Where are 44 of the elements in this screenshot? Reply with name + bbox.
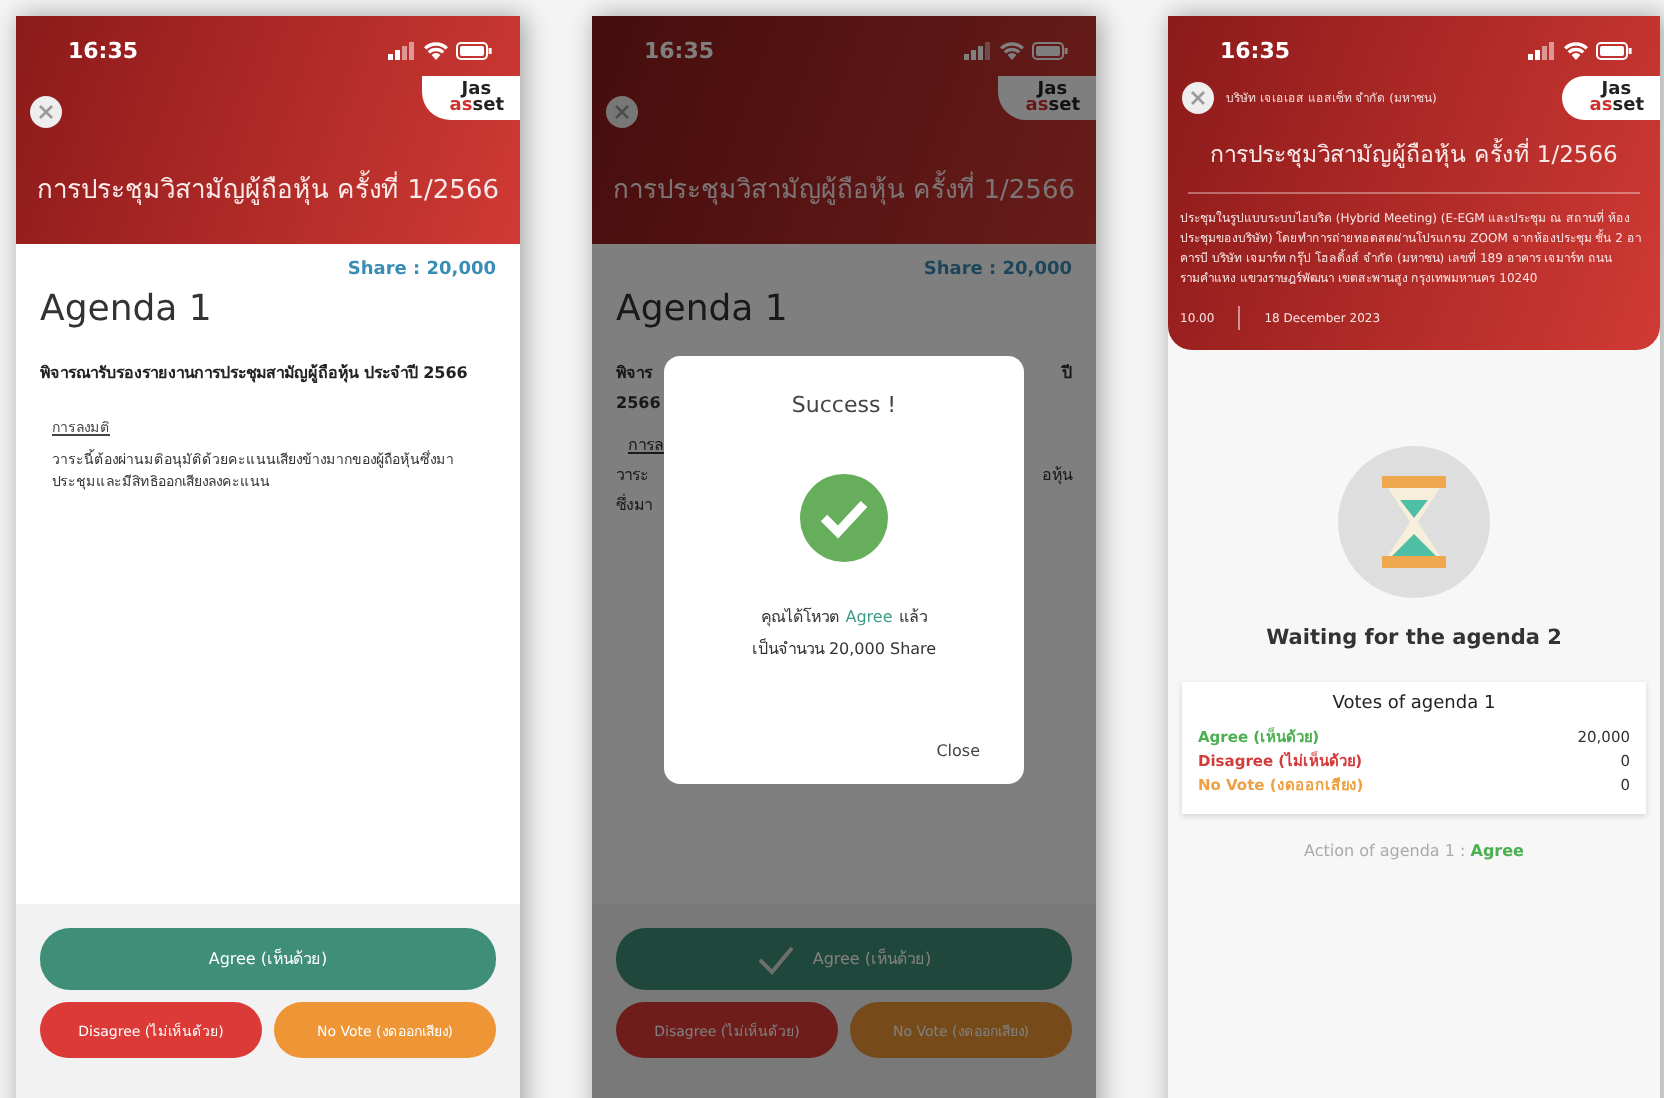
success-message: คุณได้โหวต Agree แล้ว [761,605,927,631]
text-fragment: ปี [1062,362,1072,386]
share-count: Share : 20,000 [345,260,496,280]
agenda-title: Agenda 1 [40,288,214,330]
action-summary: Action of agenda 1 : Agree [1304,842,1524,860]
status-time: 16:35 [644,37,715,63]
battery-icon [456,41,492,59]
company-logo: Jas asset [1561,76,1660,120]
agenda-title: Agenda 1 [616,288,790,330]
votes-title: Votes of agenda 1 [1330,694,1498,714]
text-fragment: 2566 [616,392,661,416]
agree-button[interactable]: Agree (เห็นด้วย) [40,928,496,990]
check-circle-icon [800,474,888,562]
meeting-title: การประชุมวิสามัญผู้ถือหุ้น ครั้งที่ 1/2566 [16,168,520,210]
battery-icon [1032,41,1068,59]
check-icon [756,943,797,975]
agenda-subject: พิจารณารับรองรายงานการประชุมสามัญผู้ถือหุ้น ประจำปี 2566 [40,362,470,387]
battery-icon [1596,41,1632,59]
meeting-title: การประชุมวิสามัญผู้ถือหุ้น ครั้งที่ 1/2566 [1188,136,1640,194]
agree-button[interactable]: Agree (เห็นด้วย) [616,928,1072,990]
share-amount-text: เป็นจำนวน 20,000 Share [751,636,937,662]
close-icon[interactable] [30,96,62,128]
text-fragment: พิจาร [616,362,652,386]
company-logo: Jas asset [421,76,520,120]
status-time: 16:35 [68,37,139,63]
share-count: Share : 20,000 [921,260,1072,280]
signal-icon [1528,41,1556,59]
close-button[interactable]: Close [932,738,984,764]
waiting-message: Waiting for the agenda 2 [1266,626,1562,650]
wifi-icon [1564,41,1588,59]
text-fragment: วาระ [616,464,648,488]
signal-icon [388,41,416,59]
text-fragment: ซึ่งมา [616,492,652,518]
company-logo: Jas asset [997,76,1096,120]
status-time: 16:35 [1220,37,1291,63]
close-icon[interactable] [1182,82,1214,114]
wifi-icon [424,41,448,59]
hourglass-icon [1338,446,1490,598]
meeting-title: การประชุมวิสามัญผู้ถือหุ้น ครั้งที่ 1/2566 [592,168,1096,210]
text-fragment: อหุ้น [1042,464,1072,489]
wifi-icon [1000,41,1024,59]
close-icon[interactable] [606,96,638,128]
text-fragment: การล [628,434,664,458]
dialog-title: Success ! [791,392,897,418]
